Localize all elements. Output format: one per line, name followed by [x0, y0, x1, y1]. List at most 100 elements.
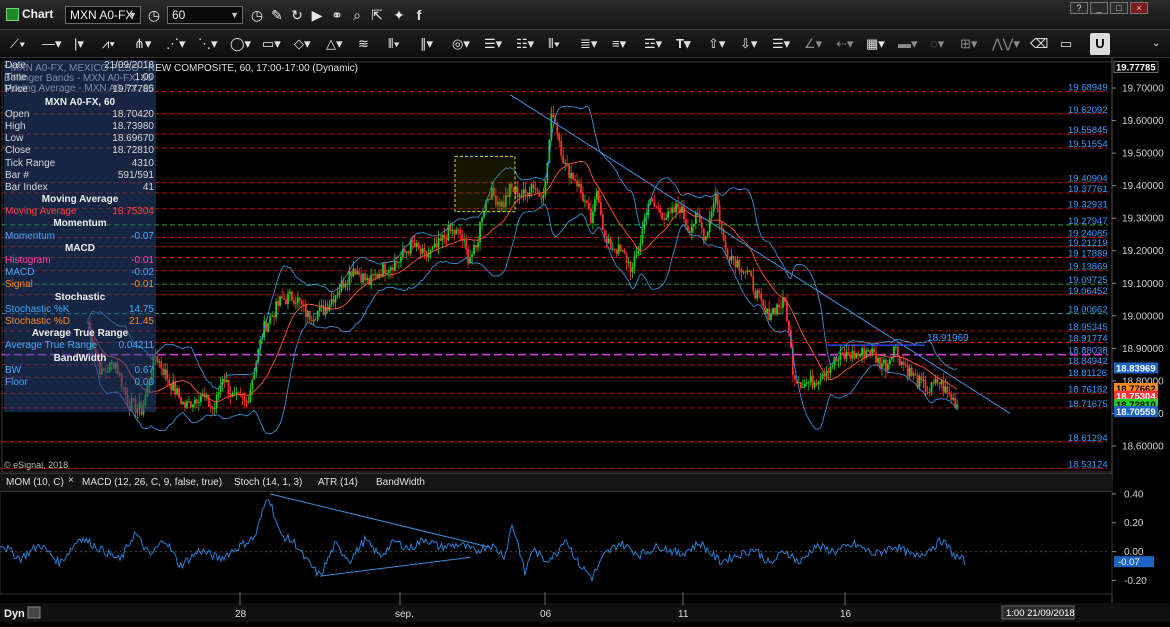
channel-tool-icon[interactable]: ≋ — [358, 30, 369, 58]
chat-icon[interactable]: ▭ — [1060, 30, 1072, 58]
info-key: High — [5, 120, 26, 132]
candle-body — [178, 388, 180, 398]
grid-tool-icon[interactable]: ▦▾ — [866, 30, 885, 58]
eraser-icon[interactable]: ⌫ — [1030, 30, 1048, 58]
twitter-icon[interactable]: ✦ — [390, 6, 408, 24]
price-level-tool-icon[interactable]: ☰▾ — [772, 30, 790, 58]
candle-body — [908, 367, 911, 377]
angle-tool-icon[interactable]: ∠▾ — [804, 30, 822, 58]
info-row: Bar # 591/591 — [4, 170, 156, 182]
close-button[interactable]: × — [1130, 2, 1148, 14]
info-key: Price — [5, 84, 28, 96]
candle-body — [811, 375, 814, 388]
facebook-icon[interactable]: f — [410, 6, 428, 24]
interval-input[interactable]: 60 ▼ — [167, 6, 243, 24]
candle-body — [411, 239, 414, 243]
export-icon[interactable]: ⇱ — [368, 6, 386, 24]
play-icon[interactable]: ▶ — [308, 6, 326, 24]
rectangle-tool-icon[interactable]: ▭▾ — [262, 30, 281, 58]
candle-body — [285, 299, 287, 304]
arrow-down-tool-icon[interactable]: ⇩▾ — [740, 30, 757, 58]
candle-body — [839, 352, 842, 360]
u-button-icon[interactable]: U — [1090, 33, 1110, 55]
speed-line-tool-icon[interactable]: ⇠▾ — [836, 30, 853, 58]
eraser-tool-icon[interactable]: ◇▾ — [294, 30, 311, 58]
triangle-tool-icon[interactable]: △▾ — [326, 30, 343, 58]
candle-body — [247, 401, 250, 403]
fib-fan-tool-icon[interactable]: ≣▾ — [580, 30, 597, 58]
candle-body — [920, 376, 923, 381]
candle-body — [926, 391, 929, 393]
link-icon[interactable]: ⚭ — [328, 6, 346, 24]
candle-body — [184, 401, 186, 409]
parallel-lines-tool-icon[interactable]: ∥▾ — [420, 30, 433, 58]
more-options-icon[interactable]: ⌄ — [1152, 30, 1160, 58]
candle-body — [914, 373, 917, 375]
time-zones-tool-icon[interactable]: ⦀▾ — [548, 30, 560, 58]
candle-body — [207, 394, 210, 407]
candle-body — [685, 219, 687, 226]
mob-tool-icon[interactable]: ▬▾ — [898, 30, 918, 58]
close-icon[interactable]: × — [68, 475, 74, 486]
chart-svg[interactable]: 19.6894919.6209219.5584519.5155419.40904… — [0, 58, 1170, 622]
candle-body — [576, 180, 578, 187]
candle-body — [706, 231, 709, 237]
refresh-icon[interactable]: ↻ — [288, 6, 306, 24]
pitchfork-tool-icon[interactable]: ⋔▾ — [134, 30, 151, 58]
symbol-input[interactable]: MXN A0-FX ▼ — [65, 6, 141, 24]
candle-body — [330, 298, 333, 305]
candle-body — [956, 404, 959, 408]
clock-icon[interactable]: ◷ — [145, 6, 163, 24]
info-section-header: Average True Range — [31, 328, 129, 340]
help-button[interactable]: ? — [1070, 2, 1088, 14]
candle-body — [376, 274, 378, 278]
pti-tool-icon[interactable]: ⊞▾ — [960, 30, 977, 58]
level-label-2: 19.55845 — [1068, 125, 1108, 136]
info-key: Low — [5, 133, 24, 145]
candle-body — [249, 388, 252, 402]
candle-body — [692, 224, 695, 227]
maximize-button[interactable]: □ — [1110, 2, 1128, 14]
gann-fan-tool-icon[interactable]: ⋱▾ — [198, 30, 218, 58]
indicator-tab[interactable]: ATR (14) — [318, 476, 358, 489]
candle-body — [283, 298, 285, 300]
fib-retracement-tool-icon[interactable]: ☰▾ — [484, 30, 502, 58]
arrow-up-tool-icon[interactable]: ⇧▾ — [708, 30, 725, 58]
candle-body — [233, 393, 236, 395]
candle-body — [934, 378, 937, 384]
horizontal-line-tool-icon[interactable]: —▾ — [42, 30, 62, 58]
candle-body — [869, 350, 871, 354]
indicator-tab[interactable]: MACD (12, 26, C, 9, false, true) — [82, 476, 222, 489]
sigma-tool-icon[interactable]: ◌▾ — [930, 30, 944, 58]
candle-body — [883, 359, 885, 364]
ellipse-tool-icon[interactable]: ◯▾ — [230, 30, 251, 58]
zigzag-tool-icon[interactable]: ⋀⋁▾ — [992, 30, 1020, 58]
candle-body — [813, 382, 816, 388]
fib-ext-tool-icon[interactable]: ☷▾ — [516, 30, 534, 58]
candle-body — [593, 199, 596, 212]
indicator-tab[interactable]: BandWidth — [376, 476, 425, 489]
cycle-lines-tool-icon[interactable]: ⫴▾ — [388, 30, 400, 58]
lock-icon[interactable] — [27, 606, 41, 619]
elliott-wave-tool-icon[interactable]: ⩘▾ — [102, 30, 115, 58]
minimize-button[interactable]: _ — [1090, 2, 1108, 14]
search-icon[interactable]: ⌕ — [348, 6, 366, 24]
clock-icon[interactable]: ◷ — [248, 6, 266, 24]
indicator-tab[interactable]: Stoch (14, 1, 3) — [234, 476, 302, 489]
level-label-20: 18.76182 — [1068, 384, 1108, 395]
indicator-tab[interactable]: MOM (10, C) — [6, 476, 64, 489]
fan-tool-icon[interactable]: ⋰▾ — [166, 30, 186, 58]
y-tick-label-1: 19.60000 — [1122, 116, 1164, 127]
info-key: Moving Average — [5, 206, 77, 218]
candle-body — [712, 203, 715, 212]
vertical-line-tool-icon[interactable]: |▾ — [74, 30, 84, 58]
candle-body — [322, 305, 325, 315]
text-tool-icon[interactable]: T▾ — [676, 30, 690, 58]
target-tool-icon[interactable]: ◎▾ — [452, 30, 470, 58]
candle-body — [730, 255, 733, 261]
regression-tool-icon[interactable]: ☲▾ — [644, 30, 662, 58]
candle-body — [950, 394, 953, 400]
trendline-tool-icon[interactable]: ⟋▾ — [10, 30, 25, 58]
pencil-icon[interactable]: ✎ — [268, 6, 286, 24]
fib-arcs-tool-icon[interactable]: ≡▾ — [612, 30, 626, 58]
